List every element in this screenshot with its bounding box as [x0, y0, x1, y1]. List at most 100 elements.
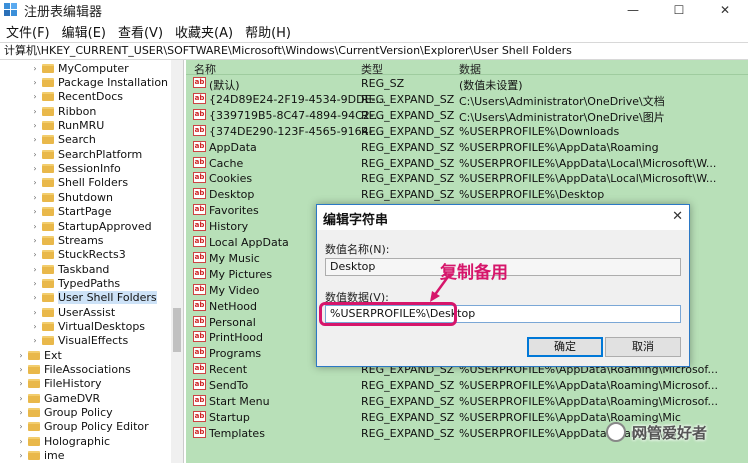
- chevron-right-icon[interactable]: ›: [30, 207, 40, 216]
- chevron-right-icon[interactable]: ›: [16, 451, 26, 460]
- tree-item[interactable]: › RecentDocs: [30, 90, 123, 104]
- tree-item-label: StuckRects3: [58, 248, 126, 262]
- value-row[interactable]: ab {374DE290-123F-4565-9164-... REG_EXPAND…: [186, 124, 748, 140]
- chevron-right-icon[interactable]: ›: [30, 64, 40, 73]
- tree-item[interactable]: › Group Policy: [16, 405, 112, 419]
- tree-item[interactable]: › SessionInfo: [30, 161, 120, 175]
- address-bar[interactable]: 计算机\HKEY_CURRENT_USER\SOFTWARE\Microsoft…: [0, 42, 748, 60]
- folder-icon: [42, 192, 54, 202]
- tree-item[interactable]: › Shutdown: [30, 190, 113, 204]
- tree-scrollbar-thumb[interactable]: [173, 308, 181, 352]
- cancel-button[interactable]: 取消: [605, 337, 681, 357]
- tree-item[interactable]: › StartupApproved: [30, 219, 151, 233]
- tree-item[interactable]: › Ribbon: [30, 104, 96, 118]
- value-name: Programs: [209, 347, 262, 361]
- chevron-right-icon[interactable]: ›: [30, 107, 40, 116]
- tree-item[interactable]: › TypedPaths: [30, 276, 120, 290]
- tree-item[interactable]: › VisualEffects: [30, 334, 128, 348]
- string-value-icon: ab: [193, 156, 206, 168]
- registry-tree[interactable]: › MyComputer › Package Installation › RecentD…: [0, 60, 184, 463]
- tree-item[interactable]: › UserAssist: [30, 305, 115, 319]
- menu-favorites[interactable]: 收藏夹(A): [169, 22, 239, 41]
- chevron-right-icon[interactable]: ›: [16, 408, 26, 417]
- tree-item[interactable]: › FileAssociations: [16, 362, 130, 376]
- value-row[interactable]: ab Desktop REG_EXPAND_SZ %USERPROFILE%\Desk…: [186, 187, 748, 203]
- chevron-right-icon[interactable]: ›: [30, 135, 40, 144]
- tree-item[interactable]: › Package Installation: [30, 75, 168, 89]
- menu-help[interactable]: 帮助(H): [239, 22, 297, 41]
- value-row[interactable]: ab Cache REG_EXPAND_SZ %USERPROFILE%\AppDat…: [186, 156, 748, 172]
- chevron-right-icon[interactable]: ›: [30, 178, 40, 187]
- tree-item[interactable]: › Holographic: [16, 434, 110, 448]
- maximize-button[interactable]: ☐: [656, 0, 702, 20]
- value-data: %USERPROFILE%\AppData\Local\Microsoft\W.…: [459, 172, 717, 186]
- menu-file[interactable]: 文件(F): [0, 22, 56, 41]
- value-row[interactable]: ab (默认) REG_SZ (数值未设置): [186, 76, 748, 92]
- tree-item-label: User Shell Folders: [58, 291, 157, 305]
- chevron-right-icon[interactable]: ›: [30, 279, 40, 288]
- value-name: My Music: [209, 251, 260, 265]
- chevron-right-icon[interactable]: ›: [30, 336, 40, 345]
- column-name-header[interactable]: 名称: [194, 61, 216, 77]
- value-row[interactable]: ab Start Menu REG_EXPAND_SZ %USERPROFILE%\A…: [186, 394, 748, 410]
- tree-item[interactable]: › StuckRects3: [30, 248, 126, 262]
- tree-scrollbar[interactable]: [171, 60, 183, 463]
- close-button[interactable]: ✕: [702, 0, 748, 20]
- chevron-right-icon[interactable]: ›: [30, 164, 40, 173]
- value-data: %USERPROFILE%\AppData\Roaming\Microsof..…: [459, 379, 718, 393]
- ok-button[interactable]: 确定: [527, 337, 603, 357]
- tree-item[interactable]: › RunMRU: [30, 118, 104, 132]
- minimize-button[interactable]: —: [610, 0, 656, 20]
- chevron-right-icon[interactable]: ›: [30, 150, 40, 159]
- chevron-right-icon[interactable]: ›: [30, 293, 40, 302]
- tree-item[interactable]: › Search: [30, 133, 95, 147]
- chevron-right-icon[interactable]: ›: [30, 121, 40, 130]
- tree-item[interactable]: › User Shell Folders: [30, 291, 157, 305]
- tree-item[interactable]: › ime: [16, 448, 64, 462]
- value-name: PrintHood: [209, 331, 264, 345]
- chevron-right-icon[interactable]: ›: [30, 308, 40, 317]
- chevron-right-icon[interactable]: ›: [16, 379, 26, 388]
- column-data-header[interactable]: 数据: [459, 61, 481, 77]
- tree-item-label: Ribbon: [58, 104, 97, 118]
- column-type-header[interactable]: 类型: [361, 61, 383, 77]
- value-data: (数值未设置): [459, 79, 523, 92]
- value-row[interactable]: ab {339719B5-8C47-4894-94C2-... REG_EXPAND…: [186, 108, 748, 124]
- value-row[interactable]: ab {24D89E24-2F19-4534-9DDE-... REG_EXPAND…: [186, 92, 748, 108]
- value-row[interactable]: ab AppData REG_EXPAND_SZ %USERPROFILE%\AppD…: [186, 140, 748, 156]
- folder-icon: [42, 92, 54, 102]
- string-value-icon: ab: [193, 220, 206, 232]
- chevron-right-icon[interactable]: ›: [30, 78, 40, 87]
- tree-item[interactable]: › SearchPlatform: [30, 147, 142, 161]
- tree-item[interactable]: › Streams: [30, 233, 103, 247]
- chevron-right-icon[interactable]: ›: [30, 250, 40, 259]
- tree-item[interactable]: › FileHistory: [16, 377, 101, 391]
- tree-item[interactable]: › VirtualDesktops: [30, 319, 145, 333]
- chevron-right-icon[interactable]: ›: [16, 394, 26, 403]
- tree-item[interactable]: › Group Policy Editor: [16, 420, 148, 434]
- tree-item[interactable]: › Taskband: [30, 262, 109, 276]
- folder-icon: [28, 350, 40, 360]
- tree-item[interactable]: › Shell Folders: [30, 176, 128, 190]
- value-row[interactable]: ab SendTo REG_EXPAND_SZ %USERPROFILE%\AppDa…: [186, 378, 748, 394]
- value-row[interactable]: ab Cookies REG_EXPAND_SZ %USERPROFILE%\AppD…: [186, 171, 748, 187]
- folder-icon: [28, 393, 40, 403]
- menu-edit[interactable]: 编辑(E): [56, 22, 112, 41]
- tree-item[interactable]: › StartPage: [30, 205, 111, 219]
- chevron-right-icon[interactable]: ›: [16, 351, 26, 360]
- dialog-close-icon[interactable]: ✕: [672, 209, 683, 224]
- menu-view[interactable]: 查看(V): [112, 22, 169, 41]
- chevron-right-icon[interactable]: ›: [30, 193, 40, 202]
- chevron-right-icon[interactable]: ›: [16, 365, 26, 374]
- value-name: {24D89E24-2F19-4534-9DDE-...: [209, 92, 386, 106]
- chevron-right-icon[interactable]: ›: [30, 322, 40, 331]
- chevron-right-icon[interactable]: ›: [30, 236, 40, 245]
- chevron-right-icon[interactable]: ›: [30, 265, 40, 274]
- chevron-right-icon[interactable]: ›: [16, 422, 26, 431]
- tree-item[interactable]: › MyComputer: [30, 61, 128, 75]
- tree-item[interactable]: › GameDVR: [16, 391, 100, 405]
- chevron-right-icon[interactable]: ›: [16, 437, 26, 446]
- chevron-right-icon[interactable]: ›: [30, 222, 40, 231]
- tree-item[interactable]: › Ext: [16, 348, 61, 362]
- chevron-right-icon[interactable]: ›: [30, 92, 40, 101]
